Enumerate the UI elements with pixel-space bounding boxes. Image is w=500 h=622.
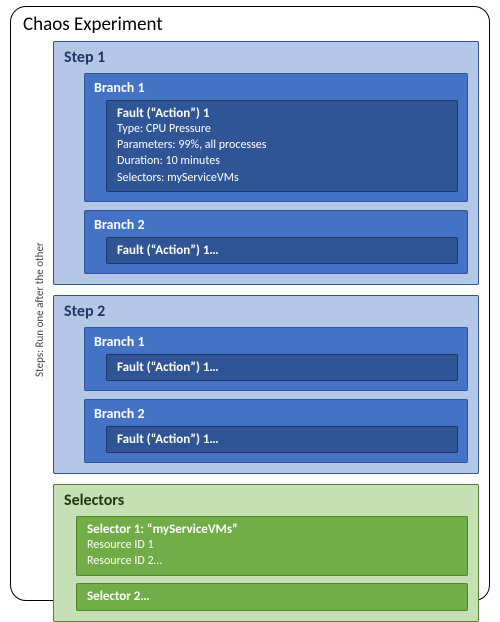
steps-axis-label: Steps: Run one after the other [33, 242, 46, 377]
page-title: Chaos Experiment [23, 13, 479, 36]
selector-1: Selector 1: “myServiceVMs” Resource ID 1… [76, 516, 468, 576]
step-2-branch-2: Branch 2 Fault (“Action”) 1… [84, 399, 468, 463]
step-2-branch-1: Branch 1 Fault (“Action”) 1… [84, 327, 468, 391]
step-2-branch-1-fault-1: Fault (“Action”) 1… [106, 354, 458, 381]
experiment-frame: Chaos Experiment Steps: Run one after th… [10, 6, 490, 601]
selector-line: Resource ID 1 [87, 537, 457, 553]
selector-line: Resource ID 2… [87, 553, 457, 569]
step-1-title: Step 1 [64, 48, 468, 67]
step-1-branch-2: Branch 2 Fault (“Action”) 1… [84, 210, 468, 274]
step-1-branch-1-fault-1: Fault (“Action”) 1 Type: CPU Pressure Pa… [106, 100, 458, 192]
fault-title: Fault (“Action”) 1… [117, 432, 447, 447]
fault-title: Fault (“Action”) 1 [117, 106, 447, 121]
fault-line: Duration: 10 minutes [117, 153, 447, 169]
fault-title: Fault (“Action”) 1… [117, 243, 447, 258]
step-1-branch-2-title: Branch 2 [94, 216, 458, 233]
step-1-branch-1-title: Branch 1 [94, 79, 458, 96]
step-2-branch-1-title: Branch 1 [94, 333, 458, 350]
step-1-branch-1: Branch 1 Fault (“Action”) 1 Type: CPU Pr… [84, 73, 468, 202]
step-2-branches: Branch 1 Fault (“Action”) 1… Branch 2 Fa… [84, 327, 468, 463]
step-1-branch-2-fault-1: Fault (“Action”) 1… [106, 237, 458, 264]
step-1-branches: Branch 1 Fault (“Action”) 1 Type: CPU Pr… [84, 73, 468, 274]
step-1: Step 1 Branch 1 Fault (“Action”) 1 Type:… [53, 41, 479, 285]
selector-2-title: Selector 2… [87, 589, 457, 604]
fault-line: Parameters: 99%, all processes [117, 137, 447, 153]
fault-title: Fault (“Action”) 1… [117, 360, 447, 375]
step-2: Step 2 Branch 1 Fault (“Action”) 1… Bran… [53, 295, 479, 474]
selector-1-title: Selector 1: “myServiceVMs” [87, 522, 457, 537]
fault-line: Selectors: myServiceVMs [117, 170, 447, 186]
selectors-title: Selectors [64, 491, 468, 510]
step-2-branch-2-fault-1: Fault (“Action”) 1… [106, 426, 458, 453]
selectors-panel: Selectors Selector 1: “myServiceVMs” Res… [53, 484, 479, 622]
step-2-title: Step 2 [64, 302, 468, 321]
fault-line: Type: CPU Pressure [117, 121, 447, 137]
step-2-branch-2-title: Branch 2 [94, 405, 458, 422]
content-column: Step 1 Branch 1 Fault (“Action”) 1 Type:… [53, 41, 479, 592]
